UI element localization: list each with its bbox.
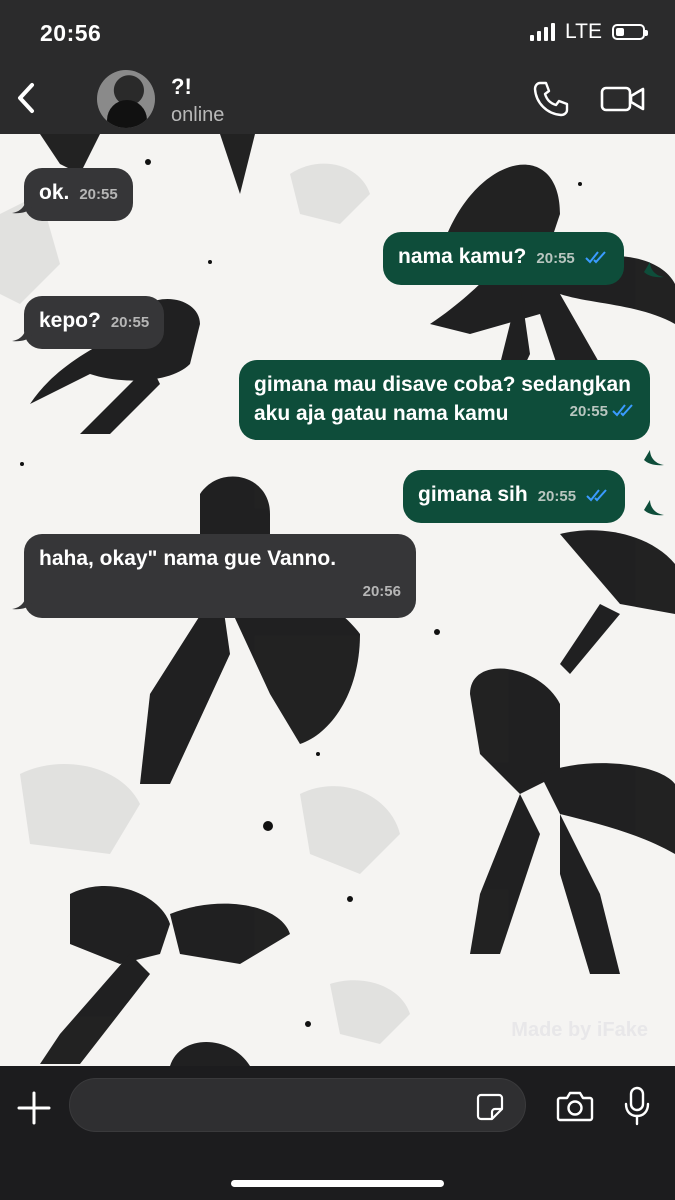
read-receipt-icon <box>584 251 606 264</box>
signal-icon <box>530 23 556 41</box>
message-text: nama kamu? <box>398 245 527 268</box>
message-text: ok. <box>39 181 70 204</box>
message-time: 20:55 <box>569 403 608 420</box>
message-bubble-incoming[interactable]: ok. 20:55 <box>24 168 133 221</box>
battery-icon <box>612 24 648 40</box>
bubble-tail <box>12 594 32 610</box>
bubble-tail <box>644 262 664 278</box>
bubble-tail <box>12 326 32 342</box>
message-input[interactable] <box>69 1078 526 1132</box>
message-time: 20:56 <box>362 583 401 600</box>
status-time: 20:56 <box>40 20 102 46</box>
phone-icon[interactable] <box>532 80 570 118</box>
message-bubble-outgoing[interactable]: gimana sih 20:55 <box>403 470 625 523</box>
avatar[interactable] <box>97 70 155 128</box>
watermark: Made by iFake <box>511 1019 648 1041</box>
message-time: 20:55 <box>79 186 118 203</box>
message-text: kepo? <box>39 309 101 332</box>
bubble-tail <box>12 198 32 214</box>
message-time: 20:55 <box>536 250 575 267</box>
bubble-tail <box>644 500 664 516</box>
chat-area[interactable]: ok. 20:55 nama kamu? 20:55 kepo? 20:55 gima… <box>0 134 675 1066</box>
message-time: 20:55 <box>110 314 150 331</box>
plus-icon[interactable] <box>16 1090 52 1126</box>
message-time: 20:55 <box>537 488 577 505</box>
message-bubble-incoming[interactable]: haha, okay" nama gue Vanno. 20:56 <box>24 534 416 618</box>
microphone-icon[interactable] <box>622 1086 652 1126</box>
message-bubble-incoming[interactable]: kepo? 20:55 <box>24 296 165 349</box>
camera-icon[interactable] <box>556 1090 594 1122</box>
status-indicators: LTE <box>530 20 648 44</box>
message-bubble-outgoing[interactable]: gimana mau disave coba? sedangkan aku aj… <box>239 360 650 440</box>
contact-name[interactable]: ?! <box>171 74 192 100</box>
network-type: LTE <box>565 20 602 43</box>
chevron-left-icon[interactable] <box>12 80 42 116</box>
home-indicator[interactable] <box>231 1180 444 1187</box>
message-text: haha, okay" nama gue Vanno. <box>39 547 337 570</box>
read-receipt-icon <box>586 489 607 502</box>
video-camera-icon[interactable] <box>600 82 646 116</box>
bubble-tail <box>644 450 664 466</box>
contact-status: online <box>171 104 225 126</box>
read-receipt-icon <box>612 404 633 417</box>
message-text: gimana sih <box>418 483 528 506</box>
message-bubble-outgoing[interactable]: nama kamu? 20:55 <box>383 232 624 285</box>
sticker-icon[interactable] <box>475 1092 505 1122</box>
